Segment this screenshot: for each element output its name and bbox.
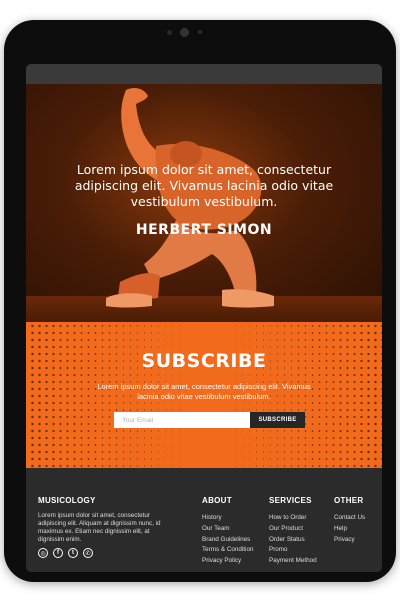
- footer-link-privacy-policy[interactable]: Privacy Policy: [202, 556, 253, 567]
- testimonial-hero: Lorem ipsum dolor sit amet, consectetur …: [26, 84, 382, 322]
- camera-lens-icon: [180, 28, 189, 37]
- email-input[interactable]: [114, 412, 250, 428]
- footer-services-column: SERVICES How to Order Our Product Order …: [269, 496, 317, 567]
- status-bar: [26, 64, 382, 84]
- subscribe-button[interactable]: SUBSCRIBE: [250, 412, 305, 428]
- footer-link-help[interactable]: Help: [334, 524, 365, 535]
- footer-col-title: ABOUT: [202, 496, 232, 505]
- subscribe-section: SUBSCRIBE Lorem ipsum dolor sit amet, co…: [26, 322, 382, 468]
- footer-link-contact-us[interactable]: Contact Us: [334, 513, 365, 524]
- footer-link-history[interactable]: History: [202, 513, 253, 524]
- camera-dot-icon: [167, 30, 172, 35]
- footer-link-our-product[interactable]: Our Product: [269, 524, 317, 535]
- footer-link-promo[interactable]: Promo: [269, 545, 317, 556]
- tablet-frame: Lorem ipsum dolor sit amet, consectetur …: [4, 20, 396, 582]
- twitter-icon[interactable]: t: [68, 548, 78, 558]
- footer: MUSICOLOGY Lorem ipsum dolor sit amet, c…: [26, 468, 382, 572]
- footer-link-brand-guidelines[interactable]: Brand Guidelines: [202, 535, 253, 546]
- whatsapp-icon[interactable]: ✆: [83, 548, 93, 558]
- footer-other-column: OTHER Contact Us Help Privacy: [334, 496, 365, 545]
- footer-col-title: OTHER: [334, 496, 364, 505]
- testimonial-quote: Lorem ipsum dolor sit amet, consectetur …: [74, 162, 334, 209]
- footer-link-how-to-order[interactable]: How to Order: [269, 513, 317, 524]
- sensor-dot-icon: [198, 30, 202, 34]
- facebook-icon[interactable]: f: [53, 548, 63, 558]
- footer-about-column: ABOUT History Our Team Brand Guidelines …: [202, 496, 253, 567]
- footer-link-privacy[interactable]: Privacy: [334, 535, 365, 546]
- instagram-icon[interactable]: ◎: [38, 548, 48, 558]
- screen: Lorem ipsum dolor sit amet, consectetur …: [26, 64, 382, 572]
- subscribe-description: Lorem ipsum dolor sit amet, consectetur …: [97, 382, 311, 401]
- footer-brand: MUSICOLOGY: [38, 496, 96, 505]
- footer-col-title: SERVICES: [269, 496, 312, 505]
- testimonial-author: HERBERT SIMON: [135, 222, 273, 238]
- footer-link-terms[interactable]: Terms & Condition: [202, 545, 253, 556]
- footer-about-text: Lorem ipsum dolor sit amet, consectetur …: [38, 512, 161, 543]
- footer-link-our-team[interactable]: Our Team: [202, 524, 253, 535]
- footer-link-order-status[interactable]: Order Status: [269, 535, 317, 546]
- subscribe-title: SUBSCRIBE: [141, 350, 267, 372]
- footer-link-payment-method[interactable]: Payment Method: [269, 556, 317, 567]
